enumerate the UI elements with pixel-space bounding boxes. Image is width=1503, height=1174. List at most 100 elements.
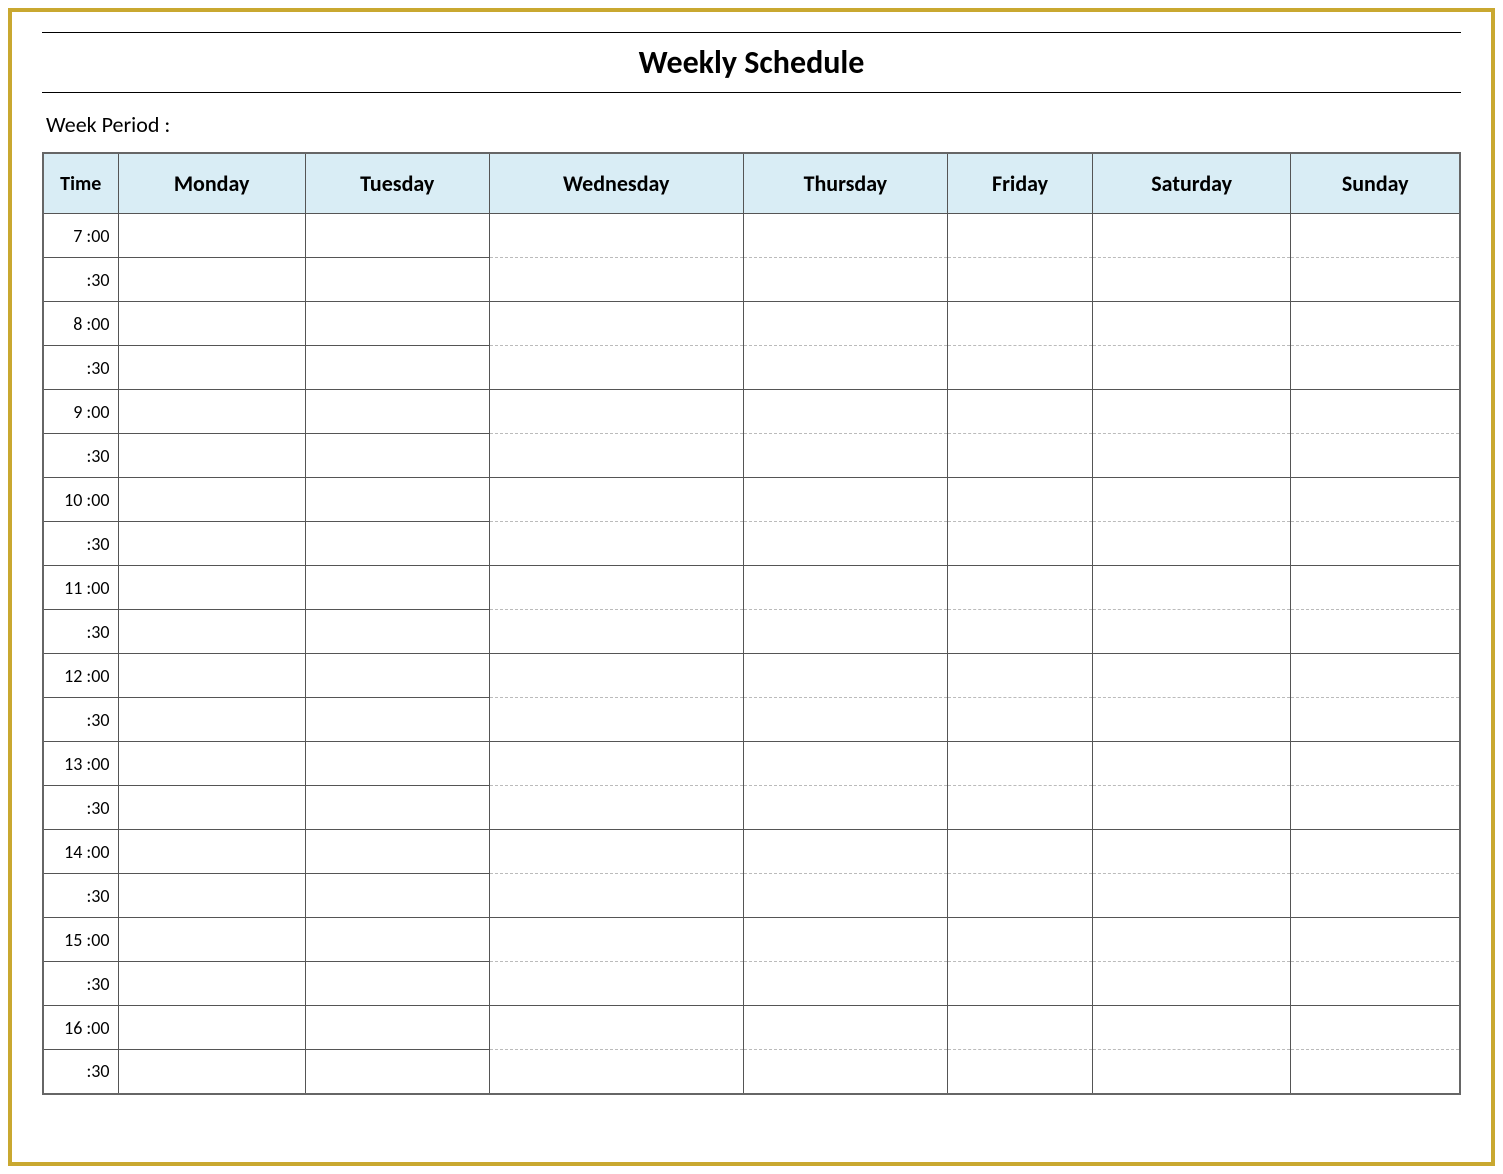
schedule-cell[interactable] (489, 478, 743, 522)
schedule-cell[interactable] (118, 522, 305, 566)
schedule-cell[interactable] (118, 962, 305, 1006)
schedule-cell[interactable] (118, 346, 305, 390)
schedule-cell[interactable] (305, 346, 489, 390)
schedule-cell[interactable] (489, 654, 743, 698)
schedule-cell[interactable] (1291, 302, 1460, 346)
schedule-cell[interactable] (118, 566, 305, 610)
schedule-cell[interactable] (118, 874, 305, 918)
schedule-cell[interactable] (118, 1050, 305, 1094)
schedule-cell[interactable] (1291, 786, 1460, 830)
schedule-cell[interactable] (489, 698, 743, 742)
schedule-cell[interactable] (305, 522, 489, 566)
schedule-cell[interactable] (1291, 522, 1460, 566)
schedule-cell[interactable] (948, 962, 1093, 1006)
schedule-cell[interactable] (489, 918, 743, 962)
schedule-cell[interactable] (305, 830, 489, 874)
schedule-cell[interactable] (1291, 478, 1460, 522)
schedule-cell[interactable] (1092, 654, 1290, 698)
schedule-cell[interactable] (118, 214, 305, 258)
schedule-cell[interactable] (1092, 258, 1290, 302)
schedule-cell[interactable] (743, 918, 947, 962)
schedule-cell[interactable] (743, 566, 947, 610)
schedule-cell[interactable] (118, 786, 305, 830)
schedule-cell[interactable] (489, 258, 743, 302)
schedule-cell[interactable] (743, 434, 947, 478)
schedule-cell[interactable] (743, 786, 947, 830)
schedule-cell[interactable] (489, 390, 743, 434)
schedule-cell[interactable] (305, 390, 489, 434)
schedule-cell[interactable] (743, 962, 947, 1006)
schedule-cell[interactable] (305, 654, 489, 698)
schedule-cell[interactable] (489, 302, 743, 346)
schedule-cell[interactable] (948, 1050, 1093, 1094)
schedule-cell[interactable] (1092, 698, 1290, 742)
schedule-cell[interactable] (1291, 1006, 1460, 1050)
schedule-cell[interactable] (948, 258, 1093, 302)
schedule-cell[interactable] (948, 302, 1093, 346)
schedule-cell[interactable] (1092, 346, 1290, 390)
schedule-cell[interactable] (948, 478, 1093, 522)
schedule-cell[interactable] (489, 346, 743, 390)
schedule-cell[interactable] (948, 1006, 1093, 1050)
schedule-cell[interactable] (1291, 698, 1460, 742)
schedule-cell[interactable] (305, 918, 489, 962)
schedule-cell[interactable] (1291, 874, 1460, 918)
schedule-cell[interactable] (118, 654, 305, 698)
schedule-cell[interactable] (305, 258, 489, 302)
schedule-cell[interactable] (489, 434, 743, 478)
schedule-cell[interactable] (305, 610, 489, 654)
schedule-cell[interactable] (743, 742, 947, 786)
schedule-cell[interactable] (118, 830, 305, 874)
schedule-cell[interactable] (305, 214, 489, 258)
schedule-cell[interactable] (743, 698, 947, 742)
schedule-cell[interactable] (1291, 962, 1460, 1006)
schedule-cell[interactable] (1092, 962, 1290, 1006)
schedule-cell[interactable] (743, 390, 947, 434)
schedule-cell[interactable] (118, 1006, 305, 1050)
schedule-cell[interactable] (1092, 214, 1290, 258)
schedule-cell[interactable] (1092, 918, 1290, 962)
schedule-cell[interactable] (1092, 522, 1290, 566)
schedule-cell[interactable] (118, 478, 305, 522)
schedule-cell[interactable] (743, 478, 947, 522)
schedule-cell[interactable] (743, 258, 947, 302)
schedule-cell[interactable] (1092, 786, 1290, 830)
schedule-cell[interactable] (948, 434, 1093, 478)
schedule-cell[interactable] (118, 390, 305, 434)
schedule-cell[interactable] (305, 742, 489, 786)
schedule-cell[interactable] (1291, 654, 1460, 698)
schedule-cell[interactable] (305, 1050, 489, 1094)
schedule-cell[interactable] (743, 302, 947, 346)
schedule-cell[interactable] (1092, 1006, 1290, 1050)
schedule-cell[interactable] (1291, 258, 1460, 302)
schedule-cell[interactable] (118, 610, 305, 654)
schedule-cell[interactable] (305, 478, 489, 522)
schedule-cell[interactable] (1291, 1050, 1460, 1094)
schedule-cell[interactable] (948, 346, 1093, 390)
schedule-cell[interactable] (948, 742, 1093, 786)
schedule-cell[interactable] (1092, 566, 1290, 610)
schedule-cell[interactable] (743, 1006, 947, 1050)
schedule-cell[interactable] (489, 962, 743, 1006)
schedule-cell[interactable] (948, 390, 1093, 434)
schedule-cell[interactable] (1092, 874, 1290, 918)
schedule-cell[interactable] (743, 610, 947, 654)
schedule-cell[interactable] (743, 522, 947, 566)
schedule-cell[interactable] (489, 566, 743, 610)
schedule-cell[interactable] (305, 434, 489, 478)
schedule-cell[interactable] (948, 786, 1093, 830)
schedule-cell[interactable] (305, 302, 489, 346)
schedule-cell[interactable] (743, 874, 947, 918)
schedule-cell[interactable] (118, 698, 305, 742)
schedule-cell[interactable] (305, 962, 489, 1006)
schedule-cell[interactable] (489, 742, 743, 786)
schedule-cell[interactable] (1092, 434, 1290, 478)
schedule-cell[interactable] (305, 874, 489, 918)
schedule-cell[interactable] (743, 830, 947, 874)
schedule-cell[interactable] (118, 302, 305, 346)
schedule-cell[interactable] (489, 830, 743, 874)
schedule-cell[interactable] (1291, 830, 1460, 874)
schedule-cell[interactable] (743, 654, 947, 698)
schedule-cell[interactable] (1092, 302, 1290, 346)
schedule-cell[interactable] (489, 214, 743, 258)
